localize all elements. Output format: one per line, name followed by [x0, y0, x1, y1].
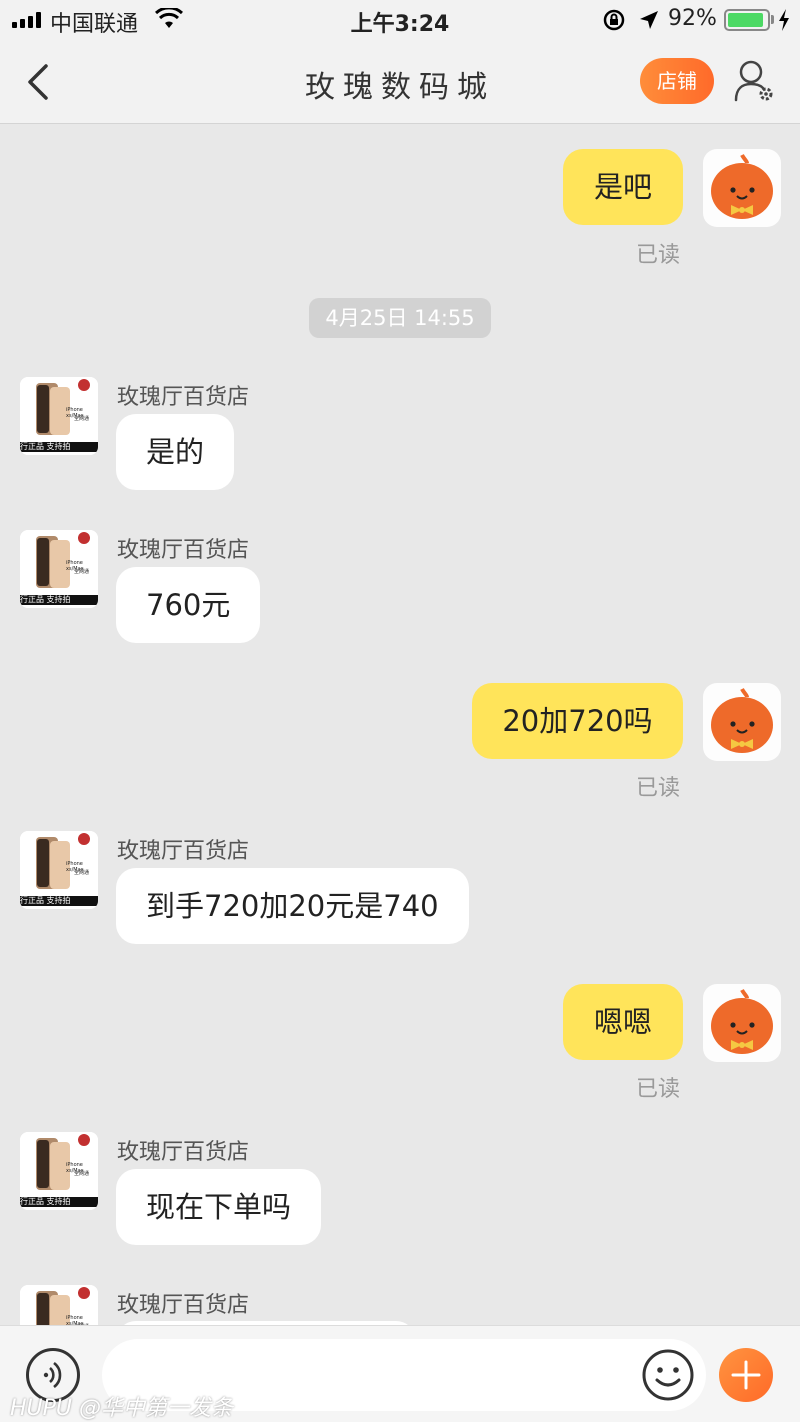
network-label: 全网通 — [74, 1171, 90, 1177]
network-label: 全网通 — [74, 416, 90, 422]
sender-name: 玫瑰厅百货店 — [117, 839, 250, 864]
mascot-icon — [711, 688, 773, 753]
shop-message-bubble[interactable]: 现在下单吗 — [116, 1169, 322, 1245]
store-button[interactable]: 店铺 — [640, 58, 714, 104]
shop-avatar[interactable]: iPhone xs/Max 全网通 行正品 支持拍 — [20, 530, 98, 608]
mascot-icon — [711, 989, 773, 1054]
sender-name: 玫瑰厅百货店 — [117, 385, 250, 410]
product-banner: 行正品 支持拍 — [20, 595, 98, 605]
my-message-bubble[interactable]: 嗯嗯 — [563, 984, 683, 1060]
read-receipt: 已读 — [636, 243, 681, 268]
product-banner: 行正品 支持拍 — [20, 1197, 98, 1207]
shop-avatar[interactable]: iPhone xs/Max 全网通 — [20, 1285, 98, 1325]
emoji-icon[interactable] — [641, 1348, 695, 1402]
battery-icon — [724, 9, 770, 31]
mascot-icon — [711, 154, 773, 219]
shop-message-bubble[interactable]: 是的 — [116, 414, 235, 490]
my-avatar[interactable] — [703, 683, 781, 761]
shop-avatar[interactable]: iPhone xs/Max 全网通 行正品 支持拍 — [20, 1132, 98, 1210]
read-receipt: 已读 — [636, 776, 681, 801]
sender-name: 玫瑰厅百货店 — [117, 538, 250, 563]
sender-name: 玫瑰厅百货店 — [117, 1140, 250, 1165]
network-label: 全网通 — [74, 569, 90, 575]
user-settings-icon[interactable] — [733, 58, 777, 104]
battery-percent: 92% — [668, 6, 717, 31]
shop-message-bubble[interactable]: 760元 — [116, 567, 261, 643]
charging-icon — [779, 9, 789, 31]
read-receipt: 已读 — [636, 1077, 681, 1102]
shop-avatar[interactable]: iPhone xs/Max 全网通 行正品 支持拍 — [20, 831, 98, 909]
shop-avatar[interactable]: iPhone xs/Max 全网通 行正品 支持拍 — [20, 377, 98, 455]
product-banner: 行正品 支持拍 — [20, 896, 98, 906]
shop-message-bubble[interactable]: 到手720加20元是740 — [116, 868, 469, 944]
location-icon — [640, 11, 658, 29]
my-message-bubble[interactable]: 是吧 — [563, 149, 683, 225]
my-avatar[interactable] — [703, 984, 781, 1062]
watermark: HUPU @华中第一发条 — [10, 1396, 234, 1421]
timestamp-chip: 4月25日 14:55 — [309, 298, 491, 338]
my-message-bubble[interactable]: 20加720吗 — [472, 683, 683, 759]
product-banner: 行正品 支持拍 — [20, 442, 98, 452]
chat-header: 玫瑰数码城 店铺 — [0, 40, 800, 124]
my-avatar[interactable] — [703, 149, 781, 227]
rotation-lock-icon — [603, 9, 625, 31]
plus-icon[interactable] — [719, 1348, 773, 1402]
sender-name: 玫瑰厅百货店 — [117, 1293, 250, 1318]
message-list[interactable]: 是吧 已读 4月25日 14:55 iPhone xs/Max 全网通 行正品 … — [0, 125, 800, 1325]
status-bar: 中国联通 上午3:24 92% — [0, 0, 800, 40]
battery-nub — [771, 15, 774, 24]
network-label: 全网通 — [74, 870, 90, 876]
